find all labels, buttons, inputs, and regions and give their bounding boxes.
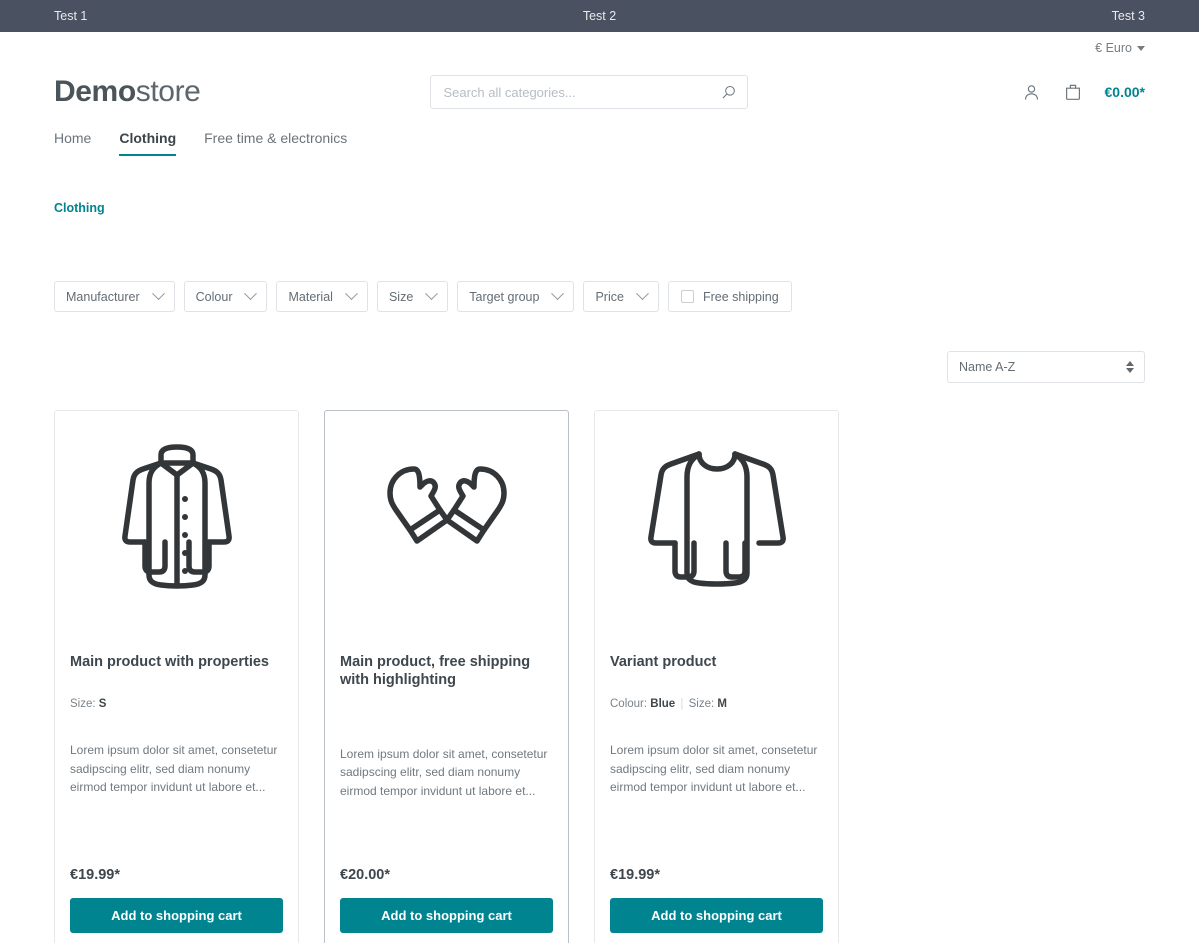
currency-selector[interactable]: € Euro — [1095, 41, 1145, 55]
product-title[interactable]: Main product, free shipping with highlig… — [340, 653, 553, 690]
topbar-text-right: Test 3 — [1111, 9, 1146, 23]
product-title[interactable]: Variant product — [610, 653, 823, 671]
add-to-cart-button[interactable]: Add to shopping cart — [340, 898, 553, 933]
add-to-cart-button[interactable]: Add to shopping cart — [70, 898, 283, 933]
search-input[interactable] — [430, 75, 749, 109]
chevron-down-icon — [1137, 45, 1145, 51]
product-image — [340, 429, 553, 604]
filter-manufacturer-label: Manufacturer — [66, 289, 140, 304]
filter-manufacturer[interactable]: Manufacturer — [54, 281, 175, 312]
sort-container: Name A-Z — [947, 351, 1145, 383]
chevron-down-icon — [151, 287, 165, 301]
search-icon — [722, 85, 735, 98]
property-label: Size: — [688, 698, 715, 711]
product-description: Lorem ipsum dolor sit amet, consetetur s… — [70, 743, 278, 795]
topbar-text-left: Test 1 — [54, 9, 88, 23]
filter-target-group-label: Target group — [469, 289, 540, 304]
nav-item-free-time-electronics[interactable]: Free time & electronics — [204, 130, 347, 156]
product-card[interactable]: Main product with properties Size: S Lor… — [54, 410, 299, 943]
filter-material-label: Material — [288, 289, 333, 304]
currency-label: € Euro — [1095, 41, 1132, 55]
filter-bar: Manufacturer Colour Material Size Target… — [0, 215, 1199, 312]
chevron-down-icon — [636, 287, 649, 301]
account-button[interactable] — [1022, 83, 1041, 102]
product-grid: Main product with properties Size: S Lor… — [0, 383, 1199, 943]
property-value: S — [98, 698, 107, 711]
nav-item-home[interactable]: Home — [54, 130, 91, 156]
filter-free-shipping[interactable]: Free shipping — [667, 281, 792, 312]
filter-size-label: Size — [388, 289, 414, 304]
product-price: €20.00* — [340, 867, 390, 883]
product-card[interactable]: Main product, free shipping with highlig… — [324, 410, 569, 943]
top-announcement-bar: Test 1 Test 2 Test 3 — [0, 0, 1199, 32]
filter-target-group[interactable]: Target group — [457, 281, 575, 312]
free-shipping-label: Free shipping — [702, 289, 779, 304]
site-header: Demostore €0.00* — [0, 58, 1199, 120]
filter-price-label: Price — [595, 289, 624, 304]
search-button[interactable] — [714, 75, 742, 109]
property-separator: | — [680, 698, 684, 711]
product-card[interactable]: Variant product Colour: Blue | Size: M L… — [594, 410, 839, 943]
site-logo[interactable]: Demostore — [54, 75, 201, 108]
chevron-down-icon — [345, 287, 358, 301]
topbar-slot-right: Test 3 — [781, 9, 1199, 23]
mittens-icon — [386, 465, 507, 544]
logo-bold-text: Demo — [54, 75, 136, 108]
chevron-down-icon — [425, 287, 439, 301]
product-title[interactable]: Main product with properties — [70, 653, 283, 671]
filter-size[interactable]: Size — [376, 281, 449, 312]
topbar-text-center: Test 2 — [582, 9, 617, 23]
product-description: Lorem ipsum dolor sit amet, consetetur s… — [340, 746, 548, 798]
breadcrumb: Clothing — [0, 156, 1199, 215]
product-image — [70, 429, 283, 604]
logo-light-text: store — [135, 75, 201, 108]
product-price: €19.99* — [610, 867, 660, 883]
property-label: Colour: — [610, 698, 648, 711]
nav-item-clothing[interactable]: Clothing — [119, 130, 177, 156]
user-icon — [1024, 84, 1038, 100]
product-properties: Size: S — [70, 697, 283, 712]
breadcrumb-item-clothing[interactable]: Clothing — [54, 201, 105, 215]
shopping-bag-icon — [1065, 84, 1080, 100]
property-label: Size: — [70, 698, 96, 711]
product-description: Lorem ipsum dolor sit amet, consetetur s… — [610, 743, 818, 795]
add-to-cart-button[interactable]: Add to shopping cart — [610, 898, 823, 933]
product-price: €19.99* — [70, 867, 120, 883]
search-container — [430, 75, 749, 109]
main-navigation: Home Clothing Free time & electronics — [0, 120, 1199, 156]
filter-price[interactable]: Price — [583, 281, 659, 312]
sort-select[interactable]: Name A-Z — [947, 351, 1145, 383]
topbar-slot-left: Test 1 — [0, 9, 418, 23]
free-shipping-checkbox[interactable] — [680, 290, 694, 303]
product-properties: Colour: Blue | Size: M — [610, 697, 823, 712]
chevron-down-icon — [551, 287, 565, 301]
cart-button[interactable] — [1063, 82, 1083, 102]
property-value: M — [717, 698, 727, 711]
jacket-icon — [121, 443, 232, 589]
filter-colour-label: Colour — [195, 289, 233, 304]
chevron-down-icon — [244, 287, 258, 301]
cart-total-amount[interactable]: €0.00* — [1105, 84, 1145, 100]
property-value: Blue — [650, 698, 676, 711]
currency-row: € Euro — [0, 32, 1199, 58]
topbar-slot-center: Test 2 — [418, 9, 782, 23]
filter-material[interactable]: Material — [276, 281, 368, 312]
sweater-icon — [647, 450, 786, 587]
product-image — [610, 429, 823, 604]
sorting-row: Name A-Z — [0, 312, 1199, 383]
filter-colour[interactable]: Colour — [183, 281, 268, 312]
header-actions: €0.00* — [1022, 82, 1145, 102]
